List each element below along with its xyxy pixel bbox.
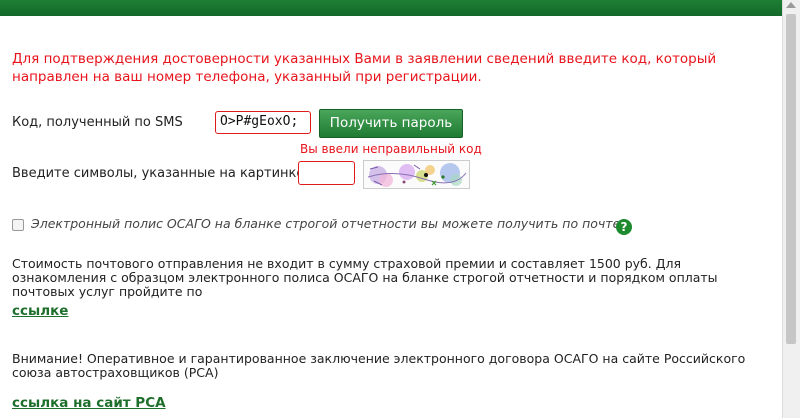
sms-error-message: Вы ввели неправильный код xyxy=(300,142,482,156)
captcha-label: Введите символы, указанные на картинке: xyxy=(12,166,309,181)
scrollbar-thumb[interactable] xyxy=(786,14,796,344)
captcha-image xyxy=(363,160,470,189)
vertical-scrollbar[interactable] xyxy=(782,0,800,418)
sms-code-input[interactable]: O>P#gEoxO; xyxy=(215,111,311,134)
sms-confirmation-notice: Для подтверждения достоверности указанны… xyxy=(12,51,717,85)
postal-delivery-checkbox[interactable] xyxy=(12,219,24,231)
sms-code-label: Код, полученный по SMS xyxy=(12,115,183,130)
postal-delivery-label: Электронный полис ОСАГО на бланке строго… xyxy=(31,216,625,231)
postal-cost-info: Стоимость почтового отправления не входи… xyxy=(12,256,718,299)
attention-notice: Внимание! Оперативное и гарантированное … xyxy=(12,351,746,380)
sample-policy-link[interactable]: ссылке xyxy=(12,303,68,319)
get-password-button[interactable]: Получить пароль xyxy=(319,109,463,138)
rsa-site-link[interactable]: ссылка на сайт РСА xyxy=(12,395,166,411)
scroll-up-arrow-icon[interactable] xyxy=(786,2,796,8)
captcha-input[interactable] xyxy=(298,161,355,185)
question-icon[interactable]: ? xyxy=(616,219,632,235)
header-bar xyxy=(0,0,782,16)
